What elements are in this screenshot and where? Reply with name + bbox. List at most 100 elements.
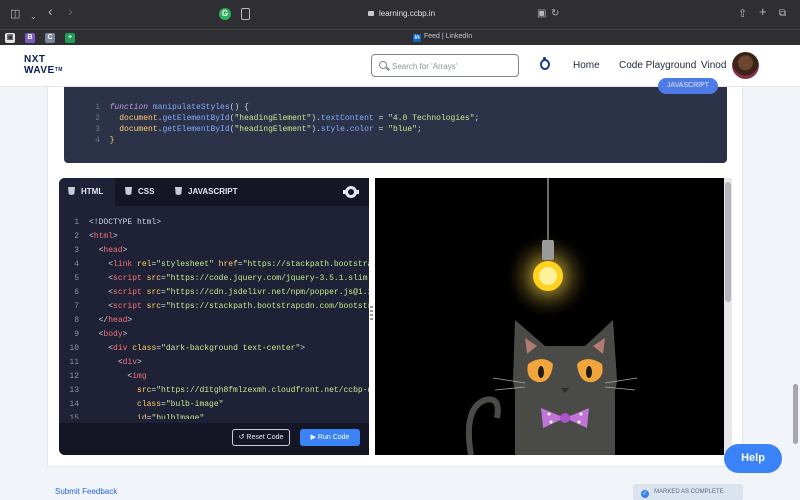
search-input[interactable] [392,59,512,73]
code-token: "https://code.jquery.com/jquery-3.5.1.sl… [165,274,368,283]
line-number: 1 [74,218,79,227]
settings-gear-icon[interactable] [343,186,359,198]
code-token: "stylesheet" [156,260,214,269]
editor-line: 8 </head> [59,314,132,328]
output-scrollbar[interactable] [724,178,732,455]
line-number: 14 [69,400,79,409]
code-token: img [132,372,147,381]
nav-home[interactable]: Home [573,60,600,71]
editor-code-area[interactable]: 1 <!DOCTYPE html> 2 <html> 3 <head> 4 <link r… [59,216,369,419]
editor-line: 13 src="https://d1tgh8fmlzexmh.cloudfron… [59,384,369,398]
sidebar-icon[interactable]: ◫ [10,7,20,21]
code-token: "bulbImage" [151,414,205,419]
back-arrow-icon[interactable]: ‹ [48,4,53,18]
check-icon: ✓ [641,490,649,498]
line-number: 4 [74,260,79,269]
reset-code-button[interactable]: ↺ Reset Code [232,429,290,446]
page-scrollbar[interactable] [790,87,800,500]
tab-css[interactable]: CSS [115,178,167,206]
code-token: head [103,246,123,255]
run-code-label: Run Code [317,434,350,441]
search-box[interactable] [371,54,519,77]
tab-html[interactable]: HTML [59,178,115,206]
tabs-overview-icon[interactable]: ⧉ [779,7,786,21]
code-token: manipulateStyles [152,103,230,112]
active-tab[interactable]: in Feed | LinkedIn [413,33,472,42]
streak-icon[interactable] [538,57,551,72]
line-number: 9 [74,330,79,339]
address-bar[interactable]: learning.ccbp.in [370,9,435,18]
submit-feedback-link[interactable]: Submit Feedback [55,487,117,496]
code-token: id [137,414,147,419]
code-token: src [146,302,162,311]
help-button[interactable]: Help [724,444,782,473]
editor-line: 7 <script src="https://stackpath.bootstr… [59,300,369,314]
code-token: link [113,260,133,269]
line-number: 10 [69,344,79,353]
code-token: script [113,302,142,311]
code-token: "blue" [388,125,417,134]
linkedin-icon: in [413,34,421,42]
reset-icon: ↺ [238,434,245,441]
grammarly-extension-icon[interactable]: G [219,8,231,20]
line-number: 2 [95,114,100,123]
code-token: > [300,344,306,353]
play-icon: ▶ [310,434,316,441]
bookmark-favicon-b[interactable]: B [25,33,35,43]
tab-javascript-label: JAVASCRIPT [188,187,238,196]
new-tab-icon[interactable]: + [759,5,767,19]
browser-toolbar: ◫ ⌄ ‹ › G learning.ccbp.in ▣ ↻ ⇧ + ⧉ [0,0,800,29]
editor-tabs: HTML CSS JAVASCRIPT [59,178,369,206]
reset-code-label: Reset Code [246,434,284,441]
code-token: script [113,288,142,297]
editor-line: 9 <body> [59,328,127,342]
editor-line: 15 id="bulbImage" [59,412,204,419]
code-token: class [132,344,157,353]
code-snippet: 1 function manipulateStyles() {2 documen… [64,87,727,163]
active-tab-title: Feed | LinkedIn [424,33,473,40]
output-illustration [465,178,638,455]
nxtwave-logo[interactable]: NXT WAVETM [24,54,63,76]
code-token: getElementById [162,114,230,123]
logo-line1: NXT [24,54,46,65]
line-number: 8 [74,316,79,325]
forward-arrow-icon[interactable]: › [68,4,73,18]
code-token: "https://stackpath.bootstra [242,260,369,269]
chevron-down-icon[interactable]: ⌄ [30,10,37,24]
code-token: document [119,125,158,134]
editor-line: 11 <div> [59,356,141,370]
light-bulb-icon [503,178,593,321]
reload-icon[interactable]: ↻ [551,7,559,21]
share-icon[interactable]: ⇧ [738,7,747,21]
bookmark-favicon-1[interactable]: ▣ [5,33,15,43]
code-token: style [320,125,345,134]
editor-line: 4 <link rel="stylesheet" href="https://s… [59,258,369,272]
code-token: html [93,232,114,241]
tab-javascript[interactable]: JAVASCRIPT [167,178,247,206]
code-token: } [109,136,115,145]
bookmark-favicon-c[interactable]: C [45,33,55,43]
marked-as-complete-badge[interactable]: ✓ MARKED AS COMPLETE [633,484,743,500]
snippet-line: 1 function manipulateStyles() { [86,102,249,113]
code-token: class [137,400,162,409]
line-number: 3 [95,125,100,134]
code-token: ). [311,125,321,134]
code-token: div [113,344,128,353]
nav-user-name[interactable]: Vinod [701,60,726,71]
run-code-button[interactable]: ▶ Run Code [300,429,360,446]
translate-icon[interactable]: ▣ [537,7,546,21]
bookmark-favicon-plus[interactable]: + [65,33,75,43]
code-token: document [119,114,158,123]
language-badge: JAVASCRIPT [658,78,718,94]
nav-code-playground[interactable]: Code Playground [619,60,696,71]
code-token: "https://d1tgh8fmlzexmh.cloudfront.net/c… [156,386,369,395]
line-number: 12 [69,372,79,381]
line-number: 4 [95,136,100,145]
editor-line: 14 class="bulb-image" [59,398,223,412]
line-number: 13 [69,386,79,395]
editor-line: 1 <!DOCTYPE html> [59,216,161,230]
code-token: "https://stackpath.bootstrapcdn.com/boot… [165,302,369,311]
avatar[interactable] [732,52,759,79]
reader-icon[interactable] [241,8,250,20]
code-token: = [373,114,389,123]
